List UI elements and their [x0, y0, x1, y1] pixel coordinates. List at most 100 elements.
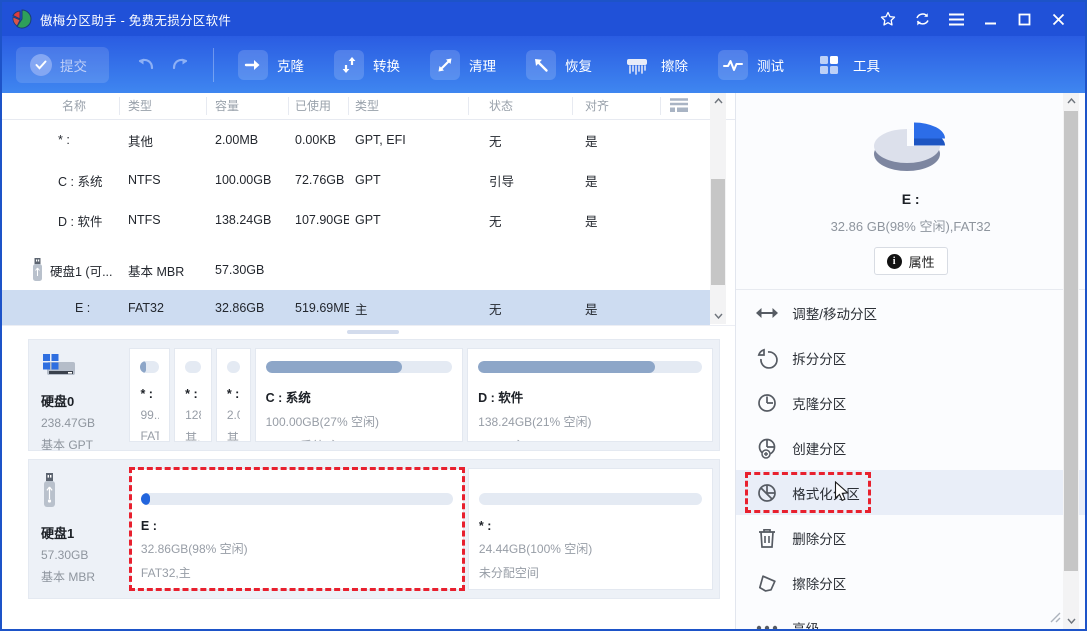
- menu-item-delete[interactable]: 删除分区: [736, 515, 1085, 560]
- disk1-label[interactable]: 硬盘1 57.30GB 基本 MBR: [35, 468, 126, 590]
- app-window: 傲梅分区助手 - 免费无损分区软件 提交: [0, 0, 1087, 631]
- scroll-up-icon[interactable]: [1063, 93, 1079, 109]
- disk-icon: [41, 352, 77, 380]
- redo-icon[interactable]: [171, 56, 191, 74]
- scroll-down-icon[interactable]: [1063, 613, 1079, 629]
- header-name[interactable]: 名称: [2, 97, 120, 115]
- selected-partition-label: E :: [736, 191, 1085, 207]
- main-content: 名称 类型 容量 已使用 类型 状态 对齐 * : 其他 2.00MB 0.00…: [2, 93, 1085, 631]
- partition-card-d[interactable]: D : 软件 138.24GB(21% 空闲) NTFS,主: [467, 348, 713, 442]
- favorite-star-icon[interactable]: [871, 2, 905, 36]
- menu-item-advanced[interactable]: 高级: [736, 605, 1085, 631]
- sidebar-scrollbar[interactable]: [1063, 93, 1079, 629]
- header-capacity[interactable]: 容量: [207, 97, 289, 115]
- partition-card[interactable]: * : 2.0... 其...: [216, 348, 251, 442]
- table-row[interactable]: C : 系统 NTFS 100.00GB 72.76GB GPT 引导 是: [2, 160, 735, 200]
- convert-label: 转换: [373, 55, 400, 75]
- table-header: 名称 类型 容量 已使用 类型 状态 对齐: [2, 93, 735, 120]
- erase-partition-icon: [755, 571, 779, 595]
- test-button[interactable]: 测试: [718, 50, 784, 80]
- minimize-button[interactable]: [973, 2, 1007, 36]
- sidebar: E : 32.86 GB(98% 空闲),FAT32 i 属性 调整/移动分区: [736, 93, 1085, 631]
- partition-pie-chart: [863, 109, 959, 181]
- menu-item-split[interactable]: 拆分分区: [736, 335, 1085, 380]
- erase-button[interactable]: 擦除: [622, 50, 688, 80]
- clone-label: 克隆: [277, 55, 304, 75]
- clean-label: 清理: [469, 55, 496, 75]
- undo-icon[interactable]: [135, 56, 155, 74]
- resize-move-icon: [755, 301, 779, 325]
- header-status[interactable]: 状态: [469, 97, 573, 115]
- toolbar: 提交 克隆 转换 清理 恢复: [2, 36, 1085, 93]
- table-scrollbar[interactable]: [710, 93, 726, 324]
- disk1-kind: 基本 MBR: [41, 568, 124, 585]
- menu-item-create[interactable]: 创建分区: [736, 425, 1085, 470]
- submit-label: 提交: [60, 55, 87, 75]
- window-resize-grip[interactable]: [1049, 611, 1061, 623]
- disk0-size: 238.47GB: [41, 416, 123, 430]
- scroll-up-icon[interactable]: [710, 93, 726, 109]
- recover-icon: [526, 50, 556, 80]
- table-row[interactable]: D : 软件 NTFS 138.24GB 107.90GB GPT 无 是: [2, 200, 735, 240]
- window-title: 傲梅分区助手 - 免费无损分区软件: [40, 10, 231, 29]
- recover-button[interactable]: 恢复: [526, 50, 592, 80]
- disk0-label[interactable]: 硬盘0 238.47GB 基本 GPT: [35, 348, 125, 442]
- disk1-row: 硬盘1 57.30GB 基本 MBR E : 32.86GB(98% 空闲) F…: [28, 459, 720, 599]
- header-used[interactable]: 已使用: [289, 97, 349, 115]
- disk0-name: 硬盘0: [41, 391, 123, 410]
- info-icon: i: [887, 254, 902, 269]
- close-button[interactable]: [1041, 2, 1075, 36]
- clean-icon: [430, 50, 460, 80]
- clean-button[interactable]: 清理: [430, 50, 496, 80]
- main-menu-icon[interactable]: [939, 2, 973, 36]
- clone-button[interactable]: 克隆: [238, 50, 304, 80]
- table-row[interactable]: * : 其他 2.00MB 0.00KB GPT, EFI 无 是: [2, 120, 735, 160]
- menu-item-resize-move[interactable]: 调整/移动分区: [736, 290, 1085, 335]
- app-logo-icon: [12, 9, 32, 29]
- disk0-kind: 基本 GPT: [41, 436, 123, 453]
- partition-card[interactable]: * : 128... 其...: [174, 348, 212, 442]
- undo-redo-group: [135, 56, 191, 74]
- view-toggle-icon[interactable]: [669, 97, 691, 115]
- checkmark-icon: [30, 54, 52, 76]
- tools-button[interactable]: 工具: [814, 50, 880, 80]
- selected-partition-detail: 32.86 GB(98% 空闲),FAT32: [736, 216, 1085, 235]
- erase-label: 擦除: [661, 55, 688, 75]
- disk1-name: 硬盘1: [41, 523, 124, 542]
- properties-button[interactable]: i 属性: [874, 247, 948, 275]
- table-row-disk[interactable]: 硬盘1 (可... 基本 MBR 57.30GB: [2, 250, 735, 290]
- menu-item-format[interactable]: 格式化分区: [736, 470, 1085, 515]
- create-partition-icon: [755, 436, 779, 460]
- advanced-dots-icon: [755, 616, 779, 631]
- splitter-grip-icon[interactable]: [347, 330, 399, 334]
- partition-card-c[interactable]: C : 系统 100.00GB(27% 空闲) NTFS,系统,主: [255, 348, 464, 442]
- partition-card-unallocated[interactable]: * : 24.44GB(100% 空闲) 未分配空间: [468, 468, 713, 590]
- scrollbar-thumb[interactable]: [1064, 111, 1078, 571]
- toolbar-divider: [213, 48, 214, 82]
- test-label: 测试: [757, 55, 784, 75]
- scrollbar-thumb[interactable]: [711, 179, 725, 285]
- disk0-row: 硬盘0 238.47GB 基本 GPT * : 99.... FAT... * …: [28, 339, 720, 451]
- header-type[interactable]: 类型: [349, 97, 469, 115]
- table-row-selected[interactable]: E : FAT32 32.86GB 519.69MB 主 无 是: [2, 290, 710, 326]
- scroll-down-icon[interactable]: [710, 308, 726, 324]
- submit-button[interactable]: 提交: [16, 47, 109, 83]
- test-icon: [718, 50, 748, 80]
- header-align[interactable]: 对齐: [573, 97, 661, 115]
- update-sync-icon[interactable]: [905, 2, 939, 36]
- header-fs[interactable]: 类型: [120, 97, 207, 115]
- format-partition-icon: [755, 481, 779, 505]
- maximize-button[interactable]: [1007, 2, 1041, 36]
- convert-button[interactable]: 转换: [334, 50, 400, 80]
- recover-label: 恢复: [565, 55, 592, 75]
- partition-card[interactable]: * : 99.... FAT...: [129, 348, 170, 442]
- split-partition-icon: [755, 346, 779, 370]
- tools-icon: [814, 50, 844, 80]
- partition-card-e-selected[interactable]: E : 32.86GB(98% 空闲) FAT32,主: [130, 468, 464, 590]
- usb-drive-icon: [32, 258, 43, 282]
- sidebar-menu: 调整/移动分区 拆分分区 克隆分区: [736, 290, 1085, 631]
- panel-splitter[interactable]: [2, 325, 735, 337]
- clone-partition-icon: [755, 391, 779, 415]
- menu-item-erase[interactable]: 擦除分区: [736, 560, 1085, 605]
- menu-item-clone[interactable]: 克隆分区: [736, 380, 1085, 425]
